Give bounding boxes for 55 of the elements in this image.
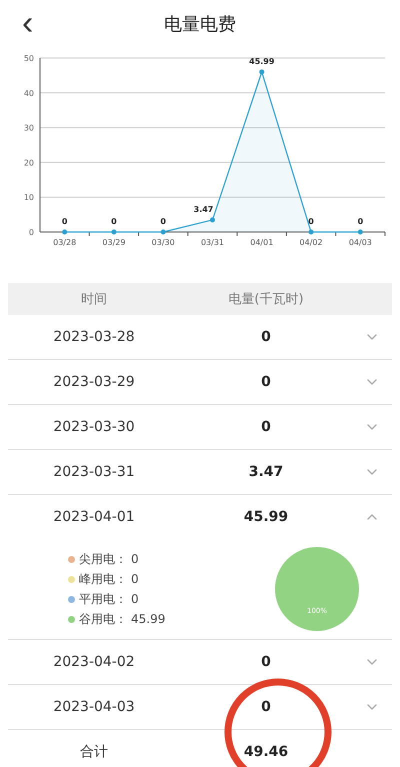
total-label: 合计 xyxy=(79,743,109,761)
data-point xyxy=(111,230,116,234)
legend-label: 谷用电： xyxy=(79,610,127,628)
column-header: 时间 xyxy=(80,291,108,308)
legend-value: 0 xyxy=(131,592,139,606)
x-tick-label: 03/28 xyxy=(53,238,76,247)
x-tick-label: 04/02 xyxy=(300,238,323,247)
value-cell-text: 0 xyxy=(260,419,272,435)
data-label: 0 xyxy=(308,217,314,226)
column-header: 电量(千瓦时) xyxy=(227,291,305,308)
data-point xyxy=(210,217,215,222)
total-value: 49.46 xyxy=(242,744,290,760)
y-tick-label: 50 xyxy=(24,54,34,63)
legend-value: 0 xyxy=(131,552,139,566)
date-cell-text: 2023-04-01 xyxy=(52,509,136,525)
value-cell-text: 0 xyxy=(260,654,272,670)
y-tick-label: 20 xyxy=(24,158,34,168)
legend-value: 45.99 xyxy=(131,612,166,626)
date-cell-text: 2023-04-02 xyxy=(52,654,136,670)
data-label: 0 xyxy=(111,217,117,226)
date-cell-text: 2023-03-29 xyxy=(52,374,136,390)
page-title: 电量电费 xyxy=(164,13,236,36)
value-cell-text: 0 xyxy=(260,329,272,345)
legend-label: 尖用电： xyxy=(79,550,127,568)
data-point xyxy=(62,230,68,234)
x-tick-label: 03/29 xyxy=(102,238,126,247)
data-point xyxy=(160,230,166,234)
x-tick-label: 04/01 xyxy=(250,238,274,247)
back-button[interactable]: ‹ xyxy=(18,6,38,40)
y-tick-label: 30 xyxy=(24,124,34,133)
y-tick-label: 0 xyxy=(28,228,34,237)
x-tick-label: 03/31 xyxy=(200,238,224,247)
legend-value: 0 xyxy=(131,572,139,586)
data-point xyxy=(259,69,264,74)
data-label: 0 xyxy=(62,217,68,226)
x-tick-label: 03/30 xyxy=(152,238,175,247)
legend-label: 峰用电： xyxy=(79,570,127,588)
value-cell-text: 3.47 xyxy=(248,464,284,480)
data-label: 45.99 xyxy=(249,56,274,66)
value-cell-text: 45.99 xyxy=(242,509,290,525)
value-cell-text: 0 xyxy=(260,699,272,715)
y-tick-label: 40 xyxy=(24,88,34,98)
x-tick-label: 04/03 xyxy=(348,238,372,247)
date-cell-text: 2023-03-31 xyxy=(52,464,136,480)
data-point xyxy=(358,230,363,234)
data-label: 0 xyxy=(358,217,364,226)
data-label: 3.47 xyxy=(194,204,214,214)
y-tick-label: 10 xyxy=(24,193,34,202)
legend-label: 平用电： xyxy=(79,590,127,608)
date-cell-text: 2023-03-30 xyxy=(52,419,136,435)
data-point xyxy=(308,230,314,234)
data-label: 0 xyxy=(160,217,166,226)
date-cell-text: 2023-04-03 xyxy=(52,699,136,715)
value-cell-text: 0 xyxy=(260,374,272,390)
date-cell-text: 2023-03-28 xyxy=(52,329,136,345)
